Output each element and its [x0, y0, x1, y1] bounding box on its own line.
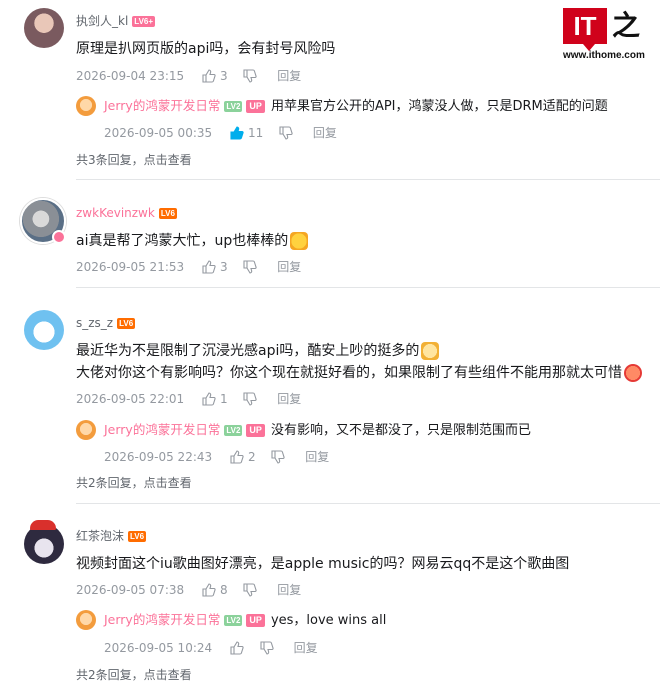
- comment-meta: 2026-09-05 21:53 3 回复: [76, 258, 301, 275]
- dislike-button[interactable]: [279, 125, 293, 141]
- timestamp: 2026-09-04 23:15: [76, 68, 185, 83]
- thumb-down-icon: [243, 69, 258, 83]
- comment-text: ai真是帮了鸿蒙大忙，up也棒棒的: [76, 230, 309, 252]
- username[interactable]: s_zs_z LV6: [76, 315, 136, 331]
- level-badge: LV6: [128, 531, 147, 542]
- view-more-replies[interactable]: 共2条回复，点击查看: [76, 667, 192, 683]
- reply-button[interactable]: 回复: [313, 125, 337, 141]
- reply-button[interactable]: 回复: [277, 582, 301, 598]
- reply-avatar[interactable]: [76, 420, 96, 440]
- dislike-button[interactable]: [271, 449, 286, 465]
- reply-line: Jerry的鸿蒙开发日常 LV2 UP 没有影响，又不是都没了，只是限制范围而已: [104, 421, 531, 440]
- comment-meta: 2026-09-05 07:38 8 回复: [76, 581, 301, 598]
- like-button[interactable]: 1: [202, 390, 228, 407]
- timestamp: 2026-09-05 22:43: [104, 449, 213, 464]
- comment-meta: 2026-09-04 23:15 3 回复: [76, 67, 301, 84]
- dislike-button[interactable]: [243, 391, 258, 407]
- reply-avatar[interactable]: [76, 96, 96, 116]
- like-button[interactable]: 3: [202, 67, 228, 84]
- thumb-up-icon: [202, 392, 216, 406]
- username[interactable]: 红茶泡沫 LV6: [76, 528, 147, 544]
- view-more-replies[interactable]: 共2条回复，点击查看: [76, 475, 192, 491]
- up-badge: UP: [246, 424, 265, 437]
- level-badge: LV6+: [132, 16, 156, 27]
- reply-username[interactable]: Jerry的鸿蒙开发日常: [104, 612, 220, 627]
- timestamp: 2026-09-05 00:35: [104, 125, 213, 140]
- comment-1: 执剑人_kl LV6+ 原理是扒网页版的api吗，会有封号风险吗 2026-09-…: [0, 0, 660, 180]
- up-badge: UP: [246, 614, 265, 627]
- thumb-down-icon: [243, 583, 258, 597]
- comment-meta: 2026-09-05 22:01 1 回复: [76, 390, 301, 407]
- reply-button[interactable]: 回复: [305, 449, 329, 465]
- avatar[interactable]: [24, 310, 64, 350]
- view-more-replies[interactable]: 共3条回复，点击查看: [76, 152, 192, 168]
- emoji-icon: [421, 342, 440, 360]
- dislike-button[interactable]: [243, 259, 258, 275]
- dislike-button[interactable]: [260, 640, 274, 656]
- timestamp: 2026-09-05 21:53: [76, 259, 185, 274]
- thumb-up-icon: [230, 126, 244, 140]
- dislike-button[interactable]: [243, 582, 258, 598]
- username[interactable]: zwkKevinzwk LV6: [76, 205, 177, 221]
- reply-avatar[interactable]: [76, 610, 96, 630]
- up-badge: UP: [246, 100, 265, 113]
- comment-text: 原理是扒网页版的api吗，会有封号风险吗: [76, 41, 336, 57]
- reply-button[interactable]: 回复: [294, 640, 318, 656]
- comment-2: zwkKevinzwk LV6 ai真是帮了鸿蒙大忙，up也棒棒的 2026-09…: [0, 180, 660, 288]
- comment-3: s_zs_z LV6 最近华为不是限制了沉浸光感api吗，酷安上吵的挺多的 大佬对…: [0, 288, 660, 504]
- comment-text: 视频封面这个iu歌曲图好漂亮，是apple music的吗？网易云qq不是这个歌…: [76, 556, 570, 572]
- timestamp: 2026-09-05 07:38: [76, 582, 185, 597]
- reply-button[interactable]: 回复: [277, 391, 301, 407]
- avatar[interactable]: [24, 524, 64, 564]
- like-button[interactable]: 8: [202, 581, 228, 598]
- santa-hat-decoration: [30, 520, 56, 530]
- reply-text: yes，love wins all: [270, 612, 387, 628]
- avatar[interactable]: [24, 8, 64, 48]
- comment-text-line2: 大佬对你这个有影响吗？你这个现在就挺好看的，如果限制了有些组件不能用那就太可惜: [76, 362, 642, 384]
- like-button[interactable]: [230, 640, 244, 656]
- thumb-down-icon: [243, 260, 258, 274]
- like-button[interactable]: 11: [230, 124, 263, 141]
- thumb-down-icon: [279, 126, 293, 140]
- reply-button[interactable]: 回复: [277, 259, 301, 275]
- dislike-button[interactable]: [243, 68, 258, 84]
- reply-button[interactable]: 回复: [277, 68, 301, 84]
- emoji-icon: [624, 364, 642, 382]
- thumb-down-icon: [243, 392, 258, 406]
- thumb-up-icon: [202, 260, 216, 274]
- reply-meta: 2026-09-05 22:43 2 回复: [104, 448, 329, 465]
- reply-meta: 2026-09-05 00:35 11 回复: [104, 124, 337, 141]
- like-button[interactable]: 3: [202, 258, 228, 275]
- username[interactable]: 执剑人_kl LV6+: [76, 13, 156, 29]
- thumb-up-icon: [202, 583, 216, 597]
- reply-text: 用苹果官方公开的API，鸿蒙没人做，只是DRM适配的问题: [270, 98, 608, 114]
- reply-line: Jerry的鸿蒙开发日常 LV2 UP yes，love wins all: [104, 611, 386, 630]
- reply-text: 没有影响，又不是都没了，只是限制范围而已: [270, 422, 531, 438]
- timestamp: 2026-09-05 22:01: [76, 391, 185, 406]
- thumb-up-icon: [202, 69, 216, 83]
- level-badge: LV2: [224, 101, 243, 112]
- reply-line: Jerry的鸿蒙开发日常 LV2 UP 用苹果官方公开的API，鸿蒙没人做，只是DRM…: [104, 97, 608, 116]
- like-button[interactable]: 2: [230, 448, 256, 465]
- timestamp: 2026-09-05 10:24: [104, 640, 213, 655]
- comment-4: 红茶泡沫 LV6 视频封面这个iu歌曲图好漂亮，是apple music的吗？网易…: [0, 504, 660, 691]
- decoration-badge: [52, 230, 66, 244]
- level-badge: LV6: [158, 208, 177, 219]
- thumb-up-icon: [230, 641, 244, 655]
- level-badge: LV6: [117, 318, 136, 329]
- comment-text: 最近华为不是限制了沉浸光感api吗，酷安上吵的挺多的: [76, 340, 440, 362]
- level-badge: LV2: [224, 615, 243, 626]
- level-badge: LV2: [224, 425, 243, 436]
- reply-meta: 2026-09-05 10:24 回复: [104, 639, 318, 656]
- thumb-down-icon: [260, 641, 274, 655]
- reply-username[interactable]: Jerry的鸿蒙开发日常: [104, 98, 220, 113]
- thumb-down-icon: [271, 450, 286, 464]
- thumb-up-icon: [230, 450, 244, 464]
- emoji-icon: [290, 232, 309, 250]
- reply-username[interactable]: Jerry的鸿蒙开发日常: [104, 422, 220, 437]
